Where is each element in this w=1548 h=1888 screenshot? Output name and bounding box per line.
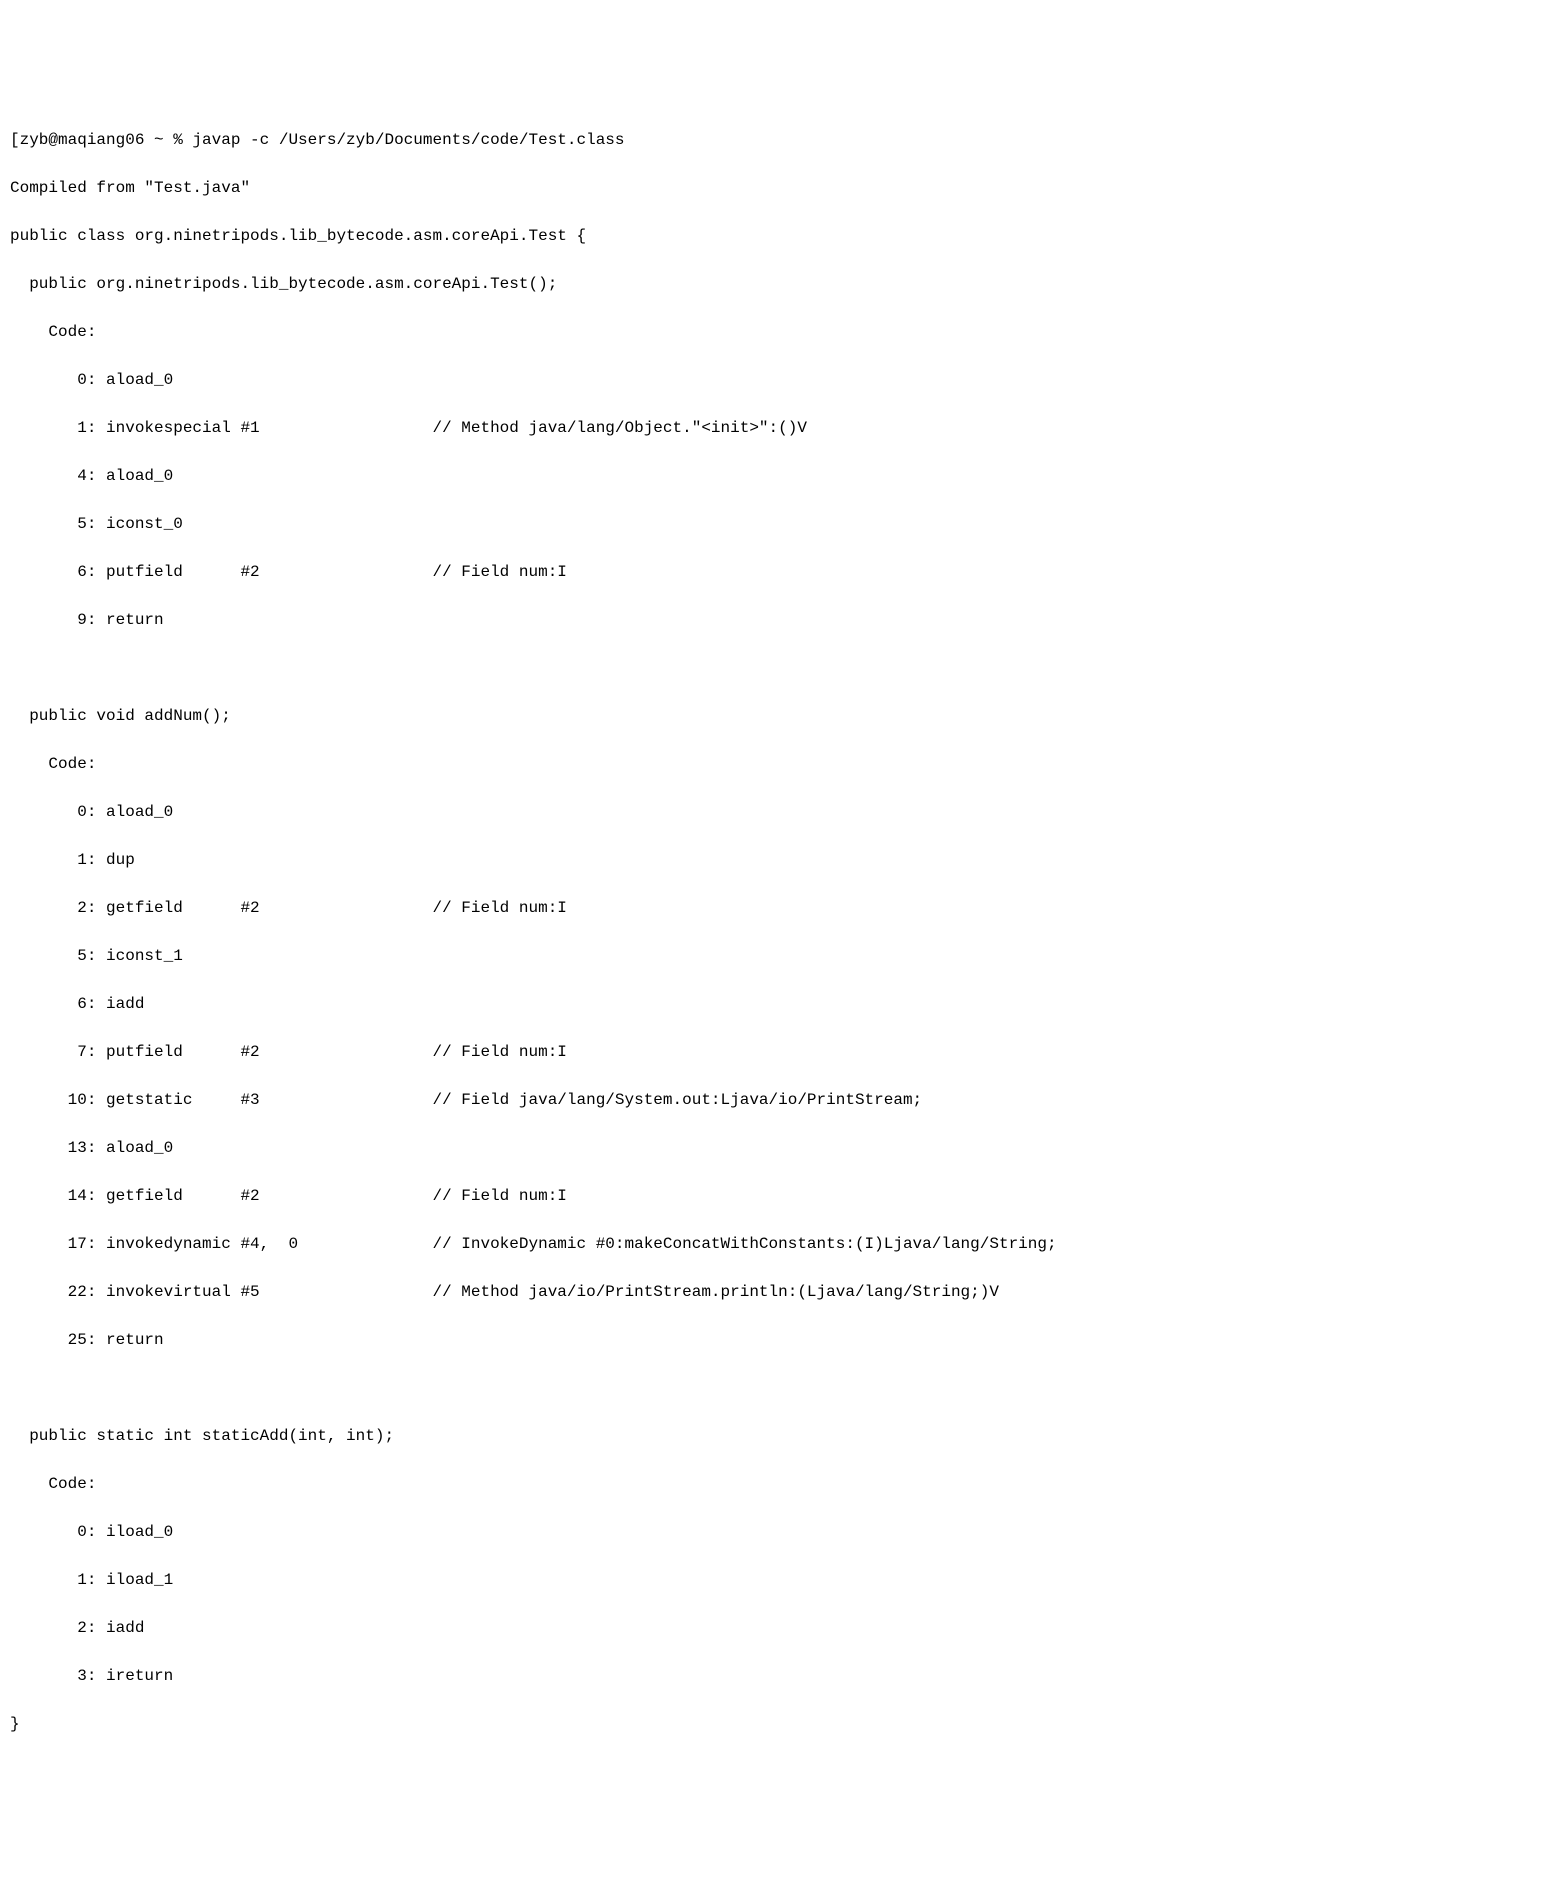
bytecode-instruction: 6: putfield #2 // Field num:I (10, 560, 1538, 584)
bytecode-instruction: 2: iadd (10, 1616, 1538, 1640)
bytecode-instruction: 22: invokevirtual #5 // Method java/io/P… (10, 1280, 1538, 1304)
bytecode-instruction: 4: aload_0 (10, 464, 1538, 488)
bytecode-instruction: 14: getfield #2 // Field num:I (10, 1184, 1538, 1208)
bytecode-instruction: 13: aload_0 (10, 1136, 1538, 1160)
javap-output: [zyb@maqiang06 ~ % javap -c /Users/zyb/D… (10, 104, 1538, 1760)
blank-line (10, 1376, 1538, 1400)
compiled-from-line: Compiled from "Test.java" (10, 176, 1538, 200)
bytecode-instruction: 10: getstatic #3 // Field java/lang/Syst… (10, 1088, 1538, 1112)
bytecode-instruction: 5: iconst_0 (10, 512, 1538, 536)
constructor-signature: public org.ninetripods.lib_bytecode.asm.… (10, 272, 1538, 296)
bytecode-instruction: 0: iload_0 (10, 1520, 1538, 1544)
addnum-signature: public void addNum(); (10, 704, 1538, 728)
bytecode-instruction: 2: getfield #2 // Field num:I (10, 896, 1538, 920)
code-label: Code: (10, 320, 1538, 344)
bytecode-instruction: 0: aload_0 (10, 368, 1538, 392)
class-declaration: public class org.ninetripods.lib_bytecod… (10, 224, 1538, 248)
bytecode-instruction: 1: dup (10, 848, 1538, 872)
bytecode-instruction: 1: invokespecial #1 // Method java/lang/… (10, 416, 1538, 440)
bytecode-instruction: 5: iconst_1 (10, 944, 1538, 968)
code-label: Code: (10, 752, 1538, 776)
bytecode-instruction: 25: return (10, 1328, 1538, 1352)
bytecode-instruction: 17: invokedynamic #4, 0 // InvokeDynamic… (10, 1232, 1538, 1256)
bytecode-instruction: 9: return (10, 608, 1538, 632)
bytecode-instruction: 6: iadd (10, 992, 1538, 1016)
staticadd-signature: public static int staticAdd(int, int); (10, 1424, 1538, 1448)
class-close: } (10, 1712, 1538, 1736)
prompt-line: [zyb@maqiang06 ~ % javap -c /Users/zyb/D… (10, 128, 1538, 152)
blank-line (10, 656, 1538, 680)
bytecode-instruction: 1: iload_1 (10, 1568, 1538, 1592)
bytecode-instruction: 7: putfield #2 // Field num:I (10, 1040, 1538, 1064)
code-label: Code: (10, 1472, 1538, 1496)
bytecode-instruction: 0: aload_0 (10, 800, 1538, 824)
bytecode-instruction: 3: ireturn (10, 1664, 1538, 1688)
